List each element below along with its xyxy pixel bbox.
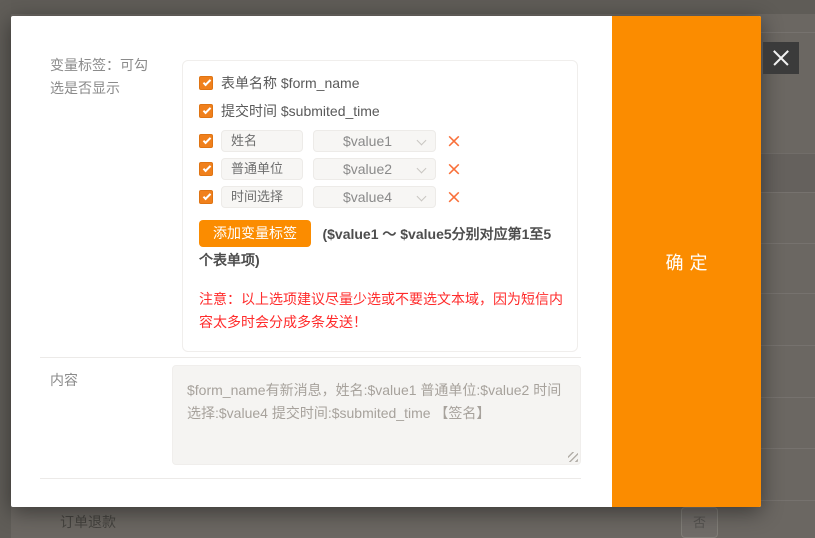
checkbox-checked[interactable] <box>199 134 213 148</box>
chevron-down-icon <box>417 192 427 202</box>
screen: 订单退款 否 变量标签：可勾选是否显示 表单名称 $form_name 提交时间… <box>0 0 815 538</box>
remove-icon[interactable]: × <box>446 160 462 179</box>
field-name-input[interactable]: 姓名 <box>221 130 303 152</box>
section-divider <box>40 357 581 358</box>
check-icon <box>202 192 210 200</box>
close-button[interactable] <box>763 42 799 74</box>
tag-row-submit-time: 提交时间 $submited_time <box>199 102 563 119</box>
check-icon <box>202 164 210 172</box>
checkbox-checked[interactable] <box>199 76 213 90</box>
resize-handle-icon[interactable] <box>568 452 578 462</box>
chevron-down-icon <box>417 136 427 146</box>
background-row-label: 订单退款 <box>60 512 116 532</box>
confirm-button[interactable]: 确定 <box>612 16 761 507</box>
add-variable-button[interactable]: 添加变量标签 <box>199 220 311 247</box>
content-label: 内容 <box>50 370 78 390</box>
variable-tags-box: 表单名称 $form_name 提交时间 $submited_time 姓名 $… <box>182 60 578 352</box>
check-icon <box>202 105 210 113</box>
tag-label: 提交时间 $submited_time <box>221 101 380 121</box>
variable-select-value: $value1 <box>343 133 392 149</box>
checkbox-checked[interactable] <box>199 104 213 118</box>
tag-label: 表单名称 $form_name <box>221 73 359 93</box>
checkbox-checked[interactable] <box>199 190 213 204</box>
variable-tags-label: 变量标签：可勾选是否显示 <box>50 54 156 100</box>
tag-row-mapped: 时间选择 $value4 × <box>199 186 563 208</box>
tag-row-mapped: 普通单位 $value2 × <box>199 158 563 180</box>
variable-select[interactable]: $value4 <box>313 186 436 208</box>
background-left-strip <box>0 0 11 538</box>
background-top-band <box>0 0 815 14</box>
check-icon <box>202 77 210 85</box>
checkbox-checked[interactable] <box>199 162 213 176</box>
chevron-down-icon <box>417 164 427 174</box>
remove-icon[interactable]: × <box>446 188 462 207</box>
tag-row-form-name: 表单名称 $form_name <box>199 74 563 91</box>
variable-select[interactable]: $value1 <box>313 130 436 152</box>
field-name-input[interactable]: 普通单位 <box>221 158 303 180</box>
section-divider <box>40 478 581 479</box>
variable-select-value: $value2 <box>343 161 392 177</box>
tag-row-mapped: 姓名 $value1 × <box>199 130 563 152</box>
check-icon <box>202 136 210 144</box>
content-field: $form_name有新消息，姓名:$value1 普通单位:$value2 时… <box>172 365 581 465</box>
sms-variable-dialog: 变量标签：可勾选是否显示 表单名称 $form_name 提交时间 $submi… <box>11 16 761 507</box>
background-no-button[interactable]: 否 <box>681 507 718 538</box>
content-textarea[interactable]: $form_name有新消息，姓名:$value1 普通单位:$value2 时… <box>172 365 581 465</box>
add-variable-row: 添加变量标签 ($value1 ～ $value5分别对应第1至5个表单项) <box>199 220 563 273</box>
field-name-input[interactable]: 时间选择 <box>221 186 303 208</box>
sms-warning-text: 注意：以上选项建议尽量少选或不要选文本域，因为短信内容太多时会分成多条发送！ <box>199 288 563 334</box>
remove-icon[interactable]: × <box>446 132 462 151</box>
confirm-button-label: 确定 <box>660 249 714 275</box>
variable-select-value: $value4 <box>343 189 392 205</box>
variable-select[interactable]: $value2 <box>313 158 436 180</box>
